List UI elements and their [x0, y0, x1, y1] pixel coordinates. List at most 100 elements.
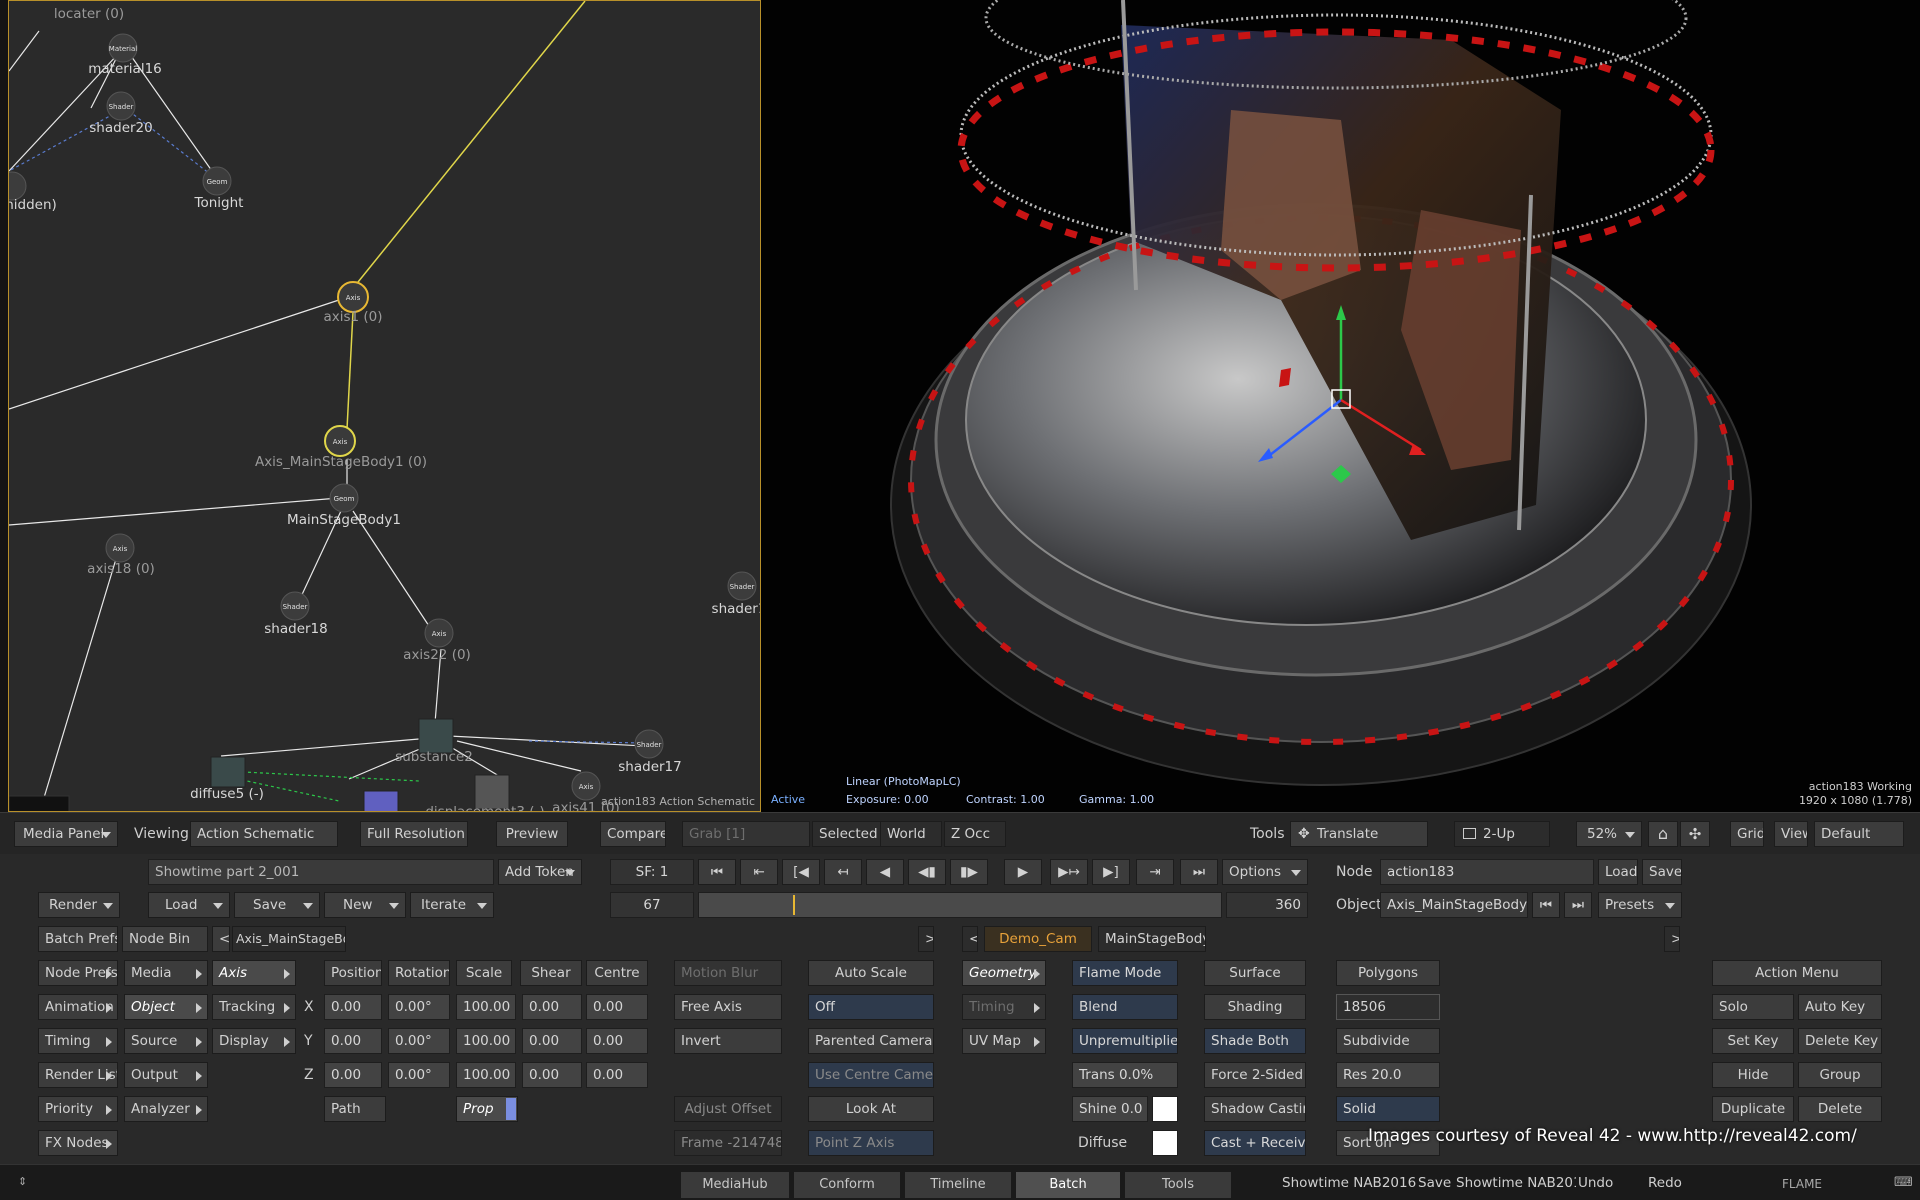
bottom-save-button[interactable]: Save	[1418, 1170, 1451, 1196]
surface-button[interactable]: Surface	[1204, 960, 1306, 986]
adjust-offset-button[interactable]: Adjust Offset	[674, 1096, 782, 1122]
object-name-field[interactable]: Axis_MainStageBody1	[1380, 892, 1528, 918]
analyzer-button[interactable]: Analyzer	[124, 1096, 208, 1122]
current-frame-field[interactable]: 67	[610, 892, 694, 918]
look-at-button[interactable]: Look At	[808, 1096, 934, 1122]
tabs-scroll-left[interactable]: <	[962, 926, 978, 952]
shadow-casting-button[interactable]: Shadow Casting	[1204, 1096, 1306, 1122]
next-keyframe-icon[interactable]: ⇥	[1136, 859, 1174, 885]
load-button[interactable]: Load	[148, 892, 230, 918]
polygon-count-field[interactable]: 18506	[1336, 994, 1440, 1020]
point-z-axis-button[interactable]: Point Z Axis	[808, 1130, 934, 1156]
duplicate-button[interactable]: Duplicate	[1712, 1096, 1794, 1122]
batch-prefs-button[interactable]: Batch Prefs	[38, 926, 118, 952]
node-save-button[interactable]: Save	[1642, 859, 1682, 885]
scale-y-field[interactable]: 100.00	[456, 1028, 516, 1054]
tab-timeline[interactable]: Timeline	[904, 1171, 1012, 1199]
end-frame-field[interactable]: 360	[1226, 892, 1308, 918]
shade-both-select[interactable]: Shade Both	[1204, 1028, 1306, 1054]
fx-nodes-button[interactable]: FX Nodes	[38, 1130, 118, 1156]
tabs-scroll-right[interactable]: >	[1664, 926, 1680, 952]
preview-button[interactable]: Preview	[496, 821, 568, 847]
tab-tools[interactable]: Tools	[1124, 1171, 1232, 1199]
full-resolution-button[interactable]: Full Resolution	[360, 821, 468, 847]
grid-button[interactable]: Grid	[1730, 821, 1764, 847]
trans-field[interactable]: Trans 0.0%	[1072, 1062, 1178, 1088]
schematic-graph[interactable]: Material Shader Geom Axis Axis Geom Axis…	[9, 1, 761, 812]
compare-button[interactable]: Compare	[600, 821, 666, 847]
auto-scale-button[interactable]: Auto Scale	[808, 960, 934, 986]
zocc-button[interactable]: Z Occ	[944, 821, 1006, 847]
step-back-icon[interactable]: ◀	[866, 859, 904, 885]
position-x-field[interactable]: 0.00	[324, 994, 382, 1020]
rotation-z-field[interactable]: 0.00°	[388, 1062, 450, 1088]
demo-cam-tab[interactable]: Demo_Cam	[984, 926, 1092, 952]
node-bin-button[interactable]: Node Bin	[122, 926, 208, 952]
breadcrumb-back-button[interactable]: <	[212, 926, 230, 952]
translate-tool-button[interactable]: ✥ Translate	[1290, 821, 1428, 847]
blend-button[interactable]: Blend	[1072, 994, 1178, 1020]
solo-button[interactable]: Solo	[1712, 994, 1794, 1020]
media-button[interactable]: Media	[124, 960, 208, 986]
output-button[interactable]: Output	[124, 1062, 208, 1088]
node-prefs-button[interactable]: Node Prefs	[38, 960, 118, 986]
free-axis-button[interactable]: Free Axis	[674, 994, 782, 1020]
rotation-x-field[interactable]: 0.00°	[388, 994, 450, 1020]
frame-all-icon[interactable]: ✣	[1680, 821, 1710, 847]
auto-key-button[interactable]: Auto Key	[1798, 994, 1882, 1020]
tab-conform[interactable]: Conform	[793, 1171, 901, 1199]
viewing-select[interactable]: Action Schematic	[190, 821, 338, 847]
shine-color-swatch[interactable]	[1152, 1096, 1178, 1122]
prev-mark-icon[interactable]: ↤	[824, 859, 862, 885]
unpremultiplied-button[interactable]: Unpremultiplied	[1072, 1028, 1178, 1054]
keyboard-icon[interactable]: ⌨	[1894, 1170, 1913, 1196]
tab-mediahub[interactable]: MediaHub	[680, 1171, 790, 1199]
cast-receive-select[interactable]: Cast + Receive	[1204, 1130, 1306, 1156]
expand-icon[interactable]: ⇕	[18, 1175, 27, 1188]
parented-camera-button[interactable]: Parented Camera	[808, 1028, 934, 1054]
priority-button[interactable]: Priority	[38, 1096, 118, 1122]
uv-map-button[interactable]: UV Map	[962, 1028, 1046, 1054]
node-load-button[interactable]: Load	[1598, 859, 1638, 885]
tab-batch[interactable]: Batch	[1015, 1171, 1121, 1199]
polygons-button[interactable]: Polygons	[1336, 960, 1440, 986]
scale-x-field[interactable]: 100.00	[456, 994, 516, 1020]
set-key-button[interactable]: Set Key	[1712, 1028, 1794, 1054]
animation-button[interactable]: Animation	[38, 994, 118, 1020]
source-button[interactable]: Source	[124, 1028, 208, 1054]
timing-tab-button[interactable]: Timing	[962, 994, 1046, 1020]
prev-cue-icon[interactable]: [◀	[782, 859, 820, 885]
res-field[interactable]: Res 20.0	[1336, 1062, 1440, 1088]
tracking-button[interactable]: Tracking	[212, 994, 296, 1020]
go-to-start-icon[interactable]: ⏮	[698, 859, 736, 885]
options-button[interactable]: Options	[1222, 859, 1308, 885]
next-object-icon[interactable]: ⏭	[1564, 892, 1592, 918]
solid-select[interactable]: Solid	[1336, 1096, 1440, 1122]
zoom-select[interactable]: 52%	[1576, 821, 1642, 847]
shading-button[interactable]: Shading	[1204, 994, 1306, 1020]
prev-object-icon[interactable]: ⏮	[1532, 892, 1560, 918]
two-up-button[interactable]: 2-Up	[1454, 821, 1550, 847]
grab-button[interactable]: Grab [1]	[682, 821, 810, 847]
action-menu-button[interactable]: Action Menu	[1712, 960, 1882, 986]
invert-button[interactable]: Invert	[674, 1028, 782, 1054]
step-forward-icon[interactable]: ▶↦	[1050, 859, 1088, 885]
shear-z-field[interactable]: 0.00	[522, 1062, 582, 1088]
group-button[interactable]: Group	[1798, 1062, 1882, 1088]
centre-z-field[interactable]: 0.00	[586, 1062, 648, 1088]
delete-key-button[interactable]: Delete Key	[1798, 1028, 1882, 1054]
use-centre-camera-button[interactable]: Use Centre Camera	[808, 1062, 934, 1088]
next-cue-icon[interactable]: ▶]	[1092, 859, 1130, 885]
timing-button[interactable]: Timing	[38, 1028, 118, 1054]
position-y-field[interactable]: 0.00	[324, 1028, 382, 1054]
scroll-right-arrow[interactable]: >	[918, 926, 934, 952]
presets-button[interactable]: Presets	[1598, 892, 1682, 918]
geometry-button[interactable]: Geometry	[962, 960, 1046, 986]
add-token-button[interactable]: Add Token	[498, 859, 582, 885]
flame-mode-button[interactable]: Flame Mode	[1072, 960, 1178, 986]
project-name[interactable]: Showtime NAB2016	[1282, 1170, 1416, 1196]
playhead[interactable]	[793, 895, 795, 915]
path-button[interactable]: Path	[324, 1096, 386, 1122]
diffuse-color-swatch[interactable]	[1152, 1130, 1178, 1156]
pause-icon[interactable]: ▮▶	[950, 859, 988, 885]
